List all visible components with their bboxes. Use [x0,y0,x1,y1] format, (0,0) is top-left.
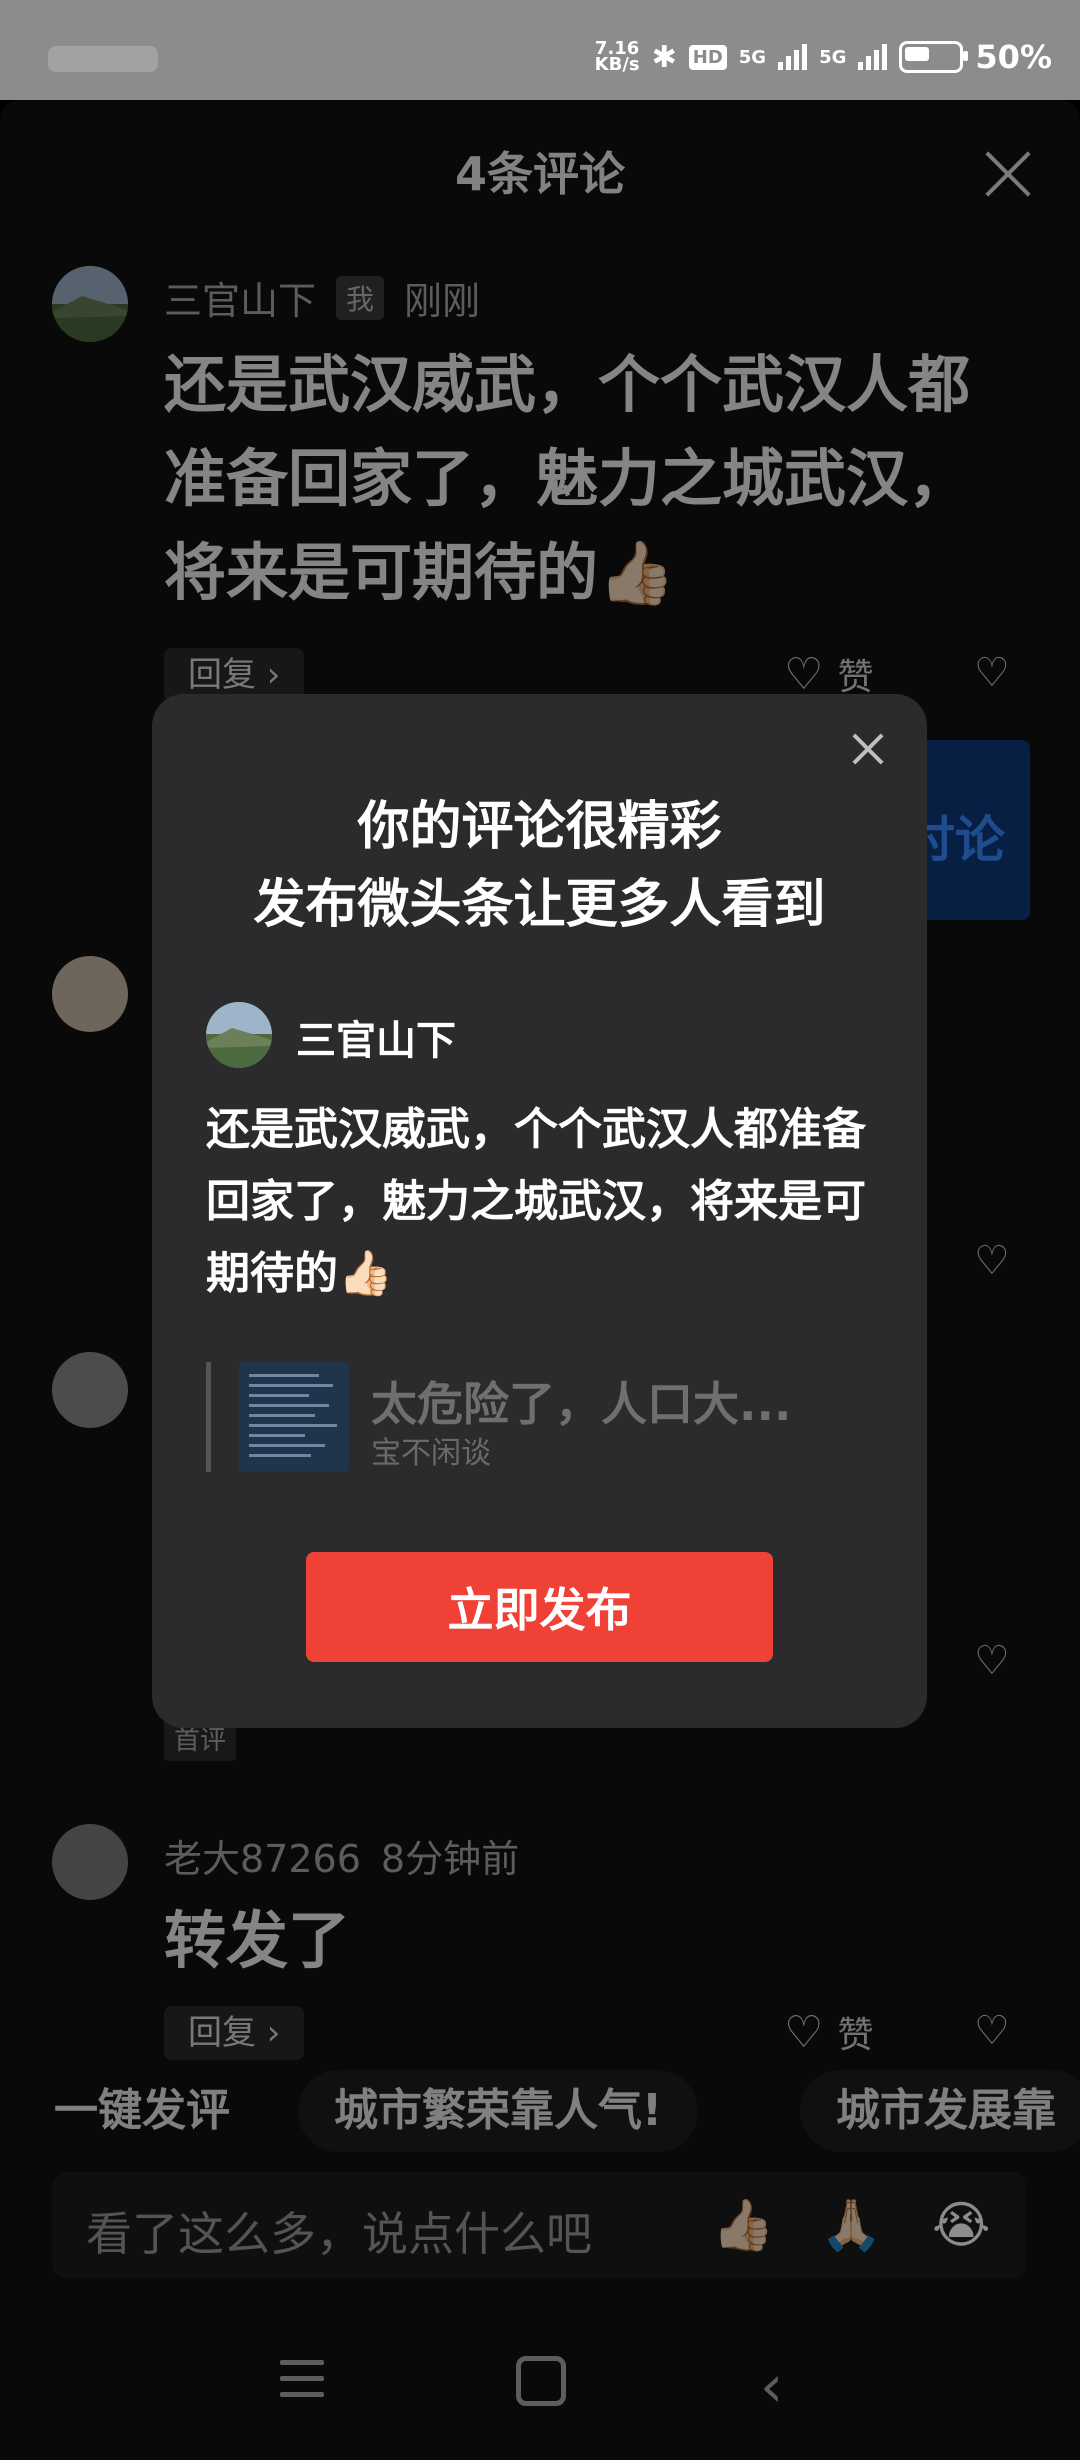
dialog-title: 你的评论很精彩 发布微头条让更多人看到 [253,797,826,935]
article-thumbnail [239,1362,349,1472]
signal-5g-label-2: 5G [819,46,847,68]
signal-bars-icon-2 [858,44,888,70]
status-carrier-blur [48,46,158,72]
bluetooth-icon: ✱ [651,39,677,75]
battery-icon [899,41,969,73]
close-icon[interactable] [853,734,883,764]
signal-bars-icon [778,44,808,70]
status-bar: 7.16 KB/s ✱ HD 5G 5G 50% [0,0,1080,100]
battery-percent: 50% [975,38,1052,76]
avatar [206,1002,272,1068]
status-icons: 7.16 KB/s ✱ HD 5G 5G 50% [595,38,1052,76]
quoted-article-title: 太危险了，人口大... [371,1377,792,1431]
quoted-article-author: 宝不闲谈 [371,1436,491,1471]
hd-badge: HD [688,44,727,70]
publish-dialog: 你的评论很精彩 发布微头条让更多人看到 三官山下 还是武汉威武，个个武汉人都准备… [152,694,927,1728]
signal-5g-label: 5G [738,46,767,68]
avatar-landscape-image [206,1002,272,1068]
net-speed: 7.16 KB/s [594,38,640,75]
dialog-username: 三官山下 [296,1018,456,1064]
dialog-comment-text: 还是武汉威武，个个武汉人都准备回家了，魅力之城武汉，将来是可期待的👍🏻 [206,1104,866,1299]
publish-now-button[interactable]: 立即发布 [306,1552,773,1662]
quoted-article: 太危险了，人口大... 宝不闲谈 [206,1362,891,1472]
